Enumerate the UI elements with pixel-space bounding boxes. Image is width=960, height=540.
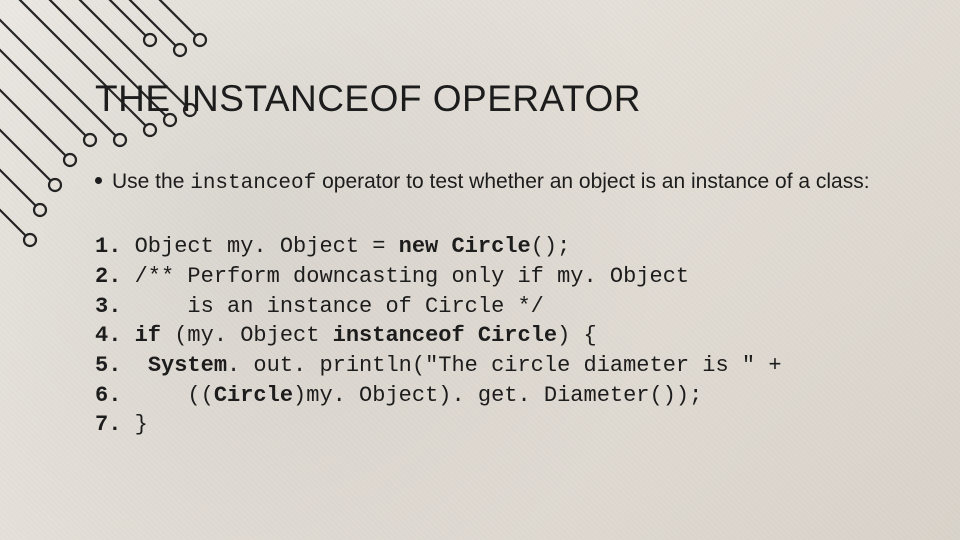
code-line: } — [95, 410, 920, 440]
slide: THE INSTANCEOF OPERATOR Use the instance… — [0, 0, 960, 540]
code-block: Object my. Object = new Circle(); /** Pe… — [95, 232, 920, 440]
code-line: Object my. Object = new Circle(); — [95, 232, 920, 262]
bullet-post: operator to test whether an object is an… — [316, 170, 869, 193]
bullet-text: Use the instanceof operator to test whet… — [112, 168, 870, 198]
slide-content: THE INSTANCEOF OPERATOR Use the instance… — [95, 78, 920, 440]
bullet-item: Use the instanceof operator to test whet… — [95, 168, 920, 198]
code-line: /** Perform downcasting only if my. Obje… — [95, 262, 920, 292]
bullet-dot-icon — [95, 177, 102, 184]
bullet-code: instanceof — [190, 172, 316, 195]
code-line: if (my. Object instanceof Circle) { — [95, 321, 920, 351]
bullet-pre: Use the — [112, 170, 190, 193]
code-line: is an instance of Circle */ — [95, 292, 920, 322]
code-line: ((Circle)my. Object). get. Diameter()); — [95, 381, 920, 411]
slide-title: THE INSTANCEOF OPERATOR — [95, 78, 920, 120]
code-line: System. out. println("The circle diamete… — [95, 351, 920, 381]
